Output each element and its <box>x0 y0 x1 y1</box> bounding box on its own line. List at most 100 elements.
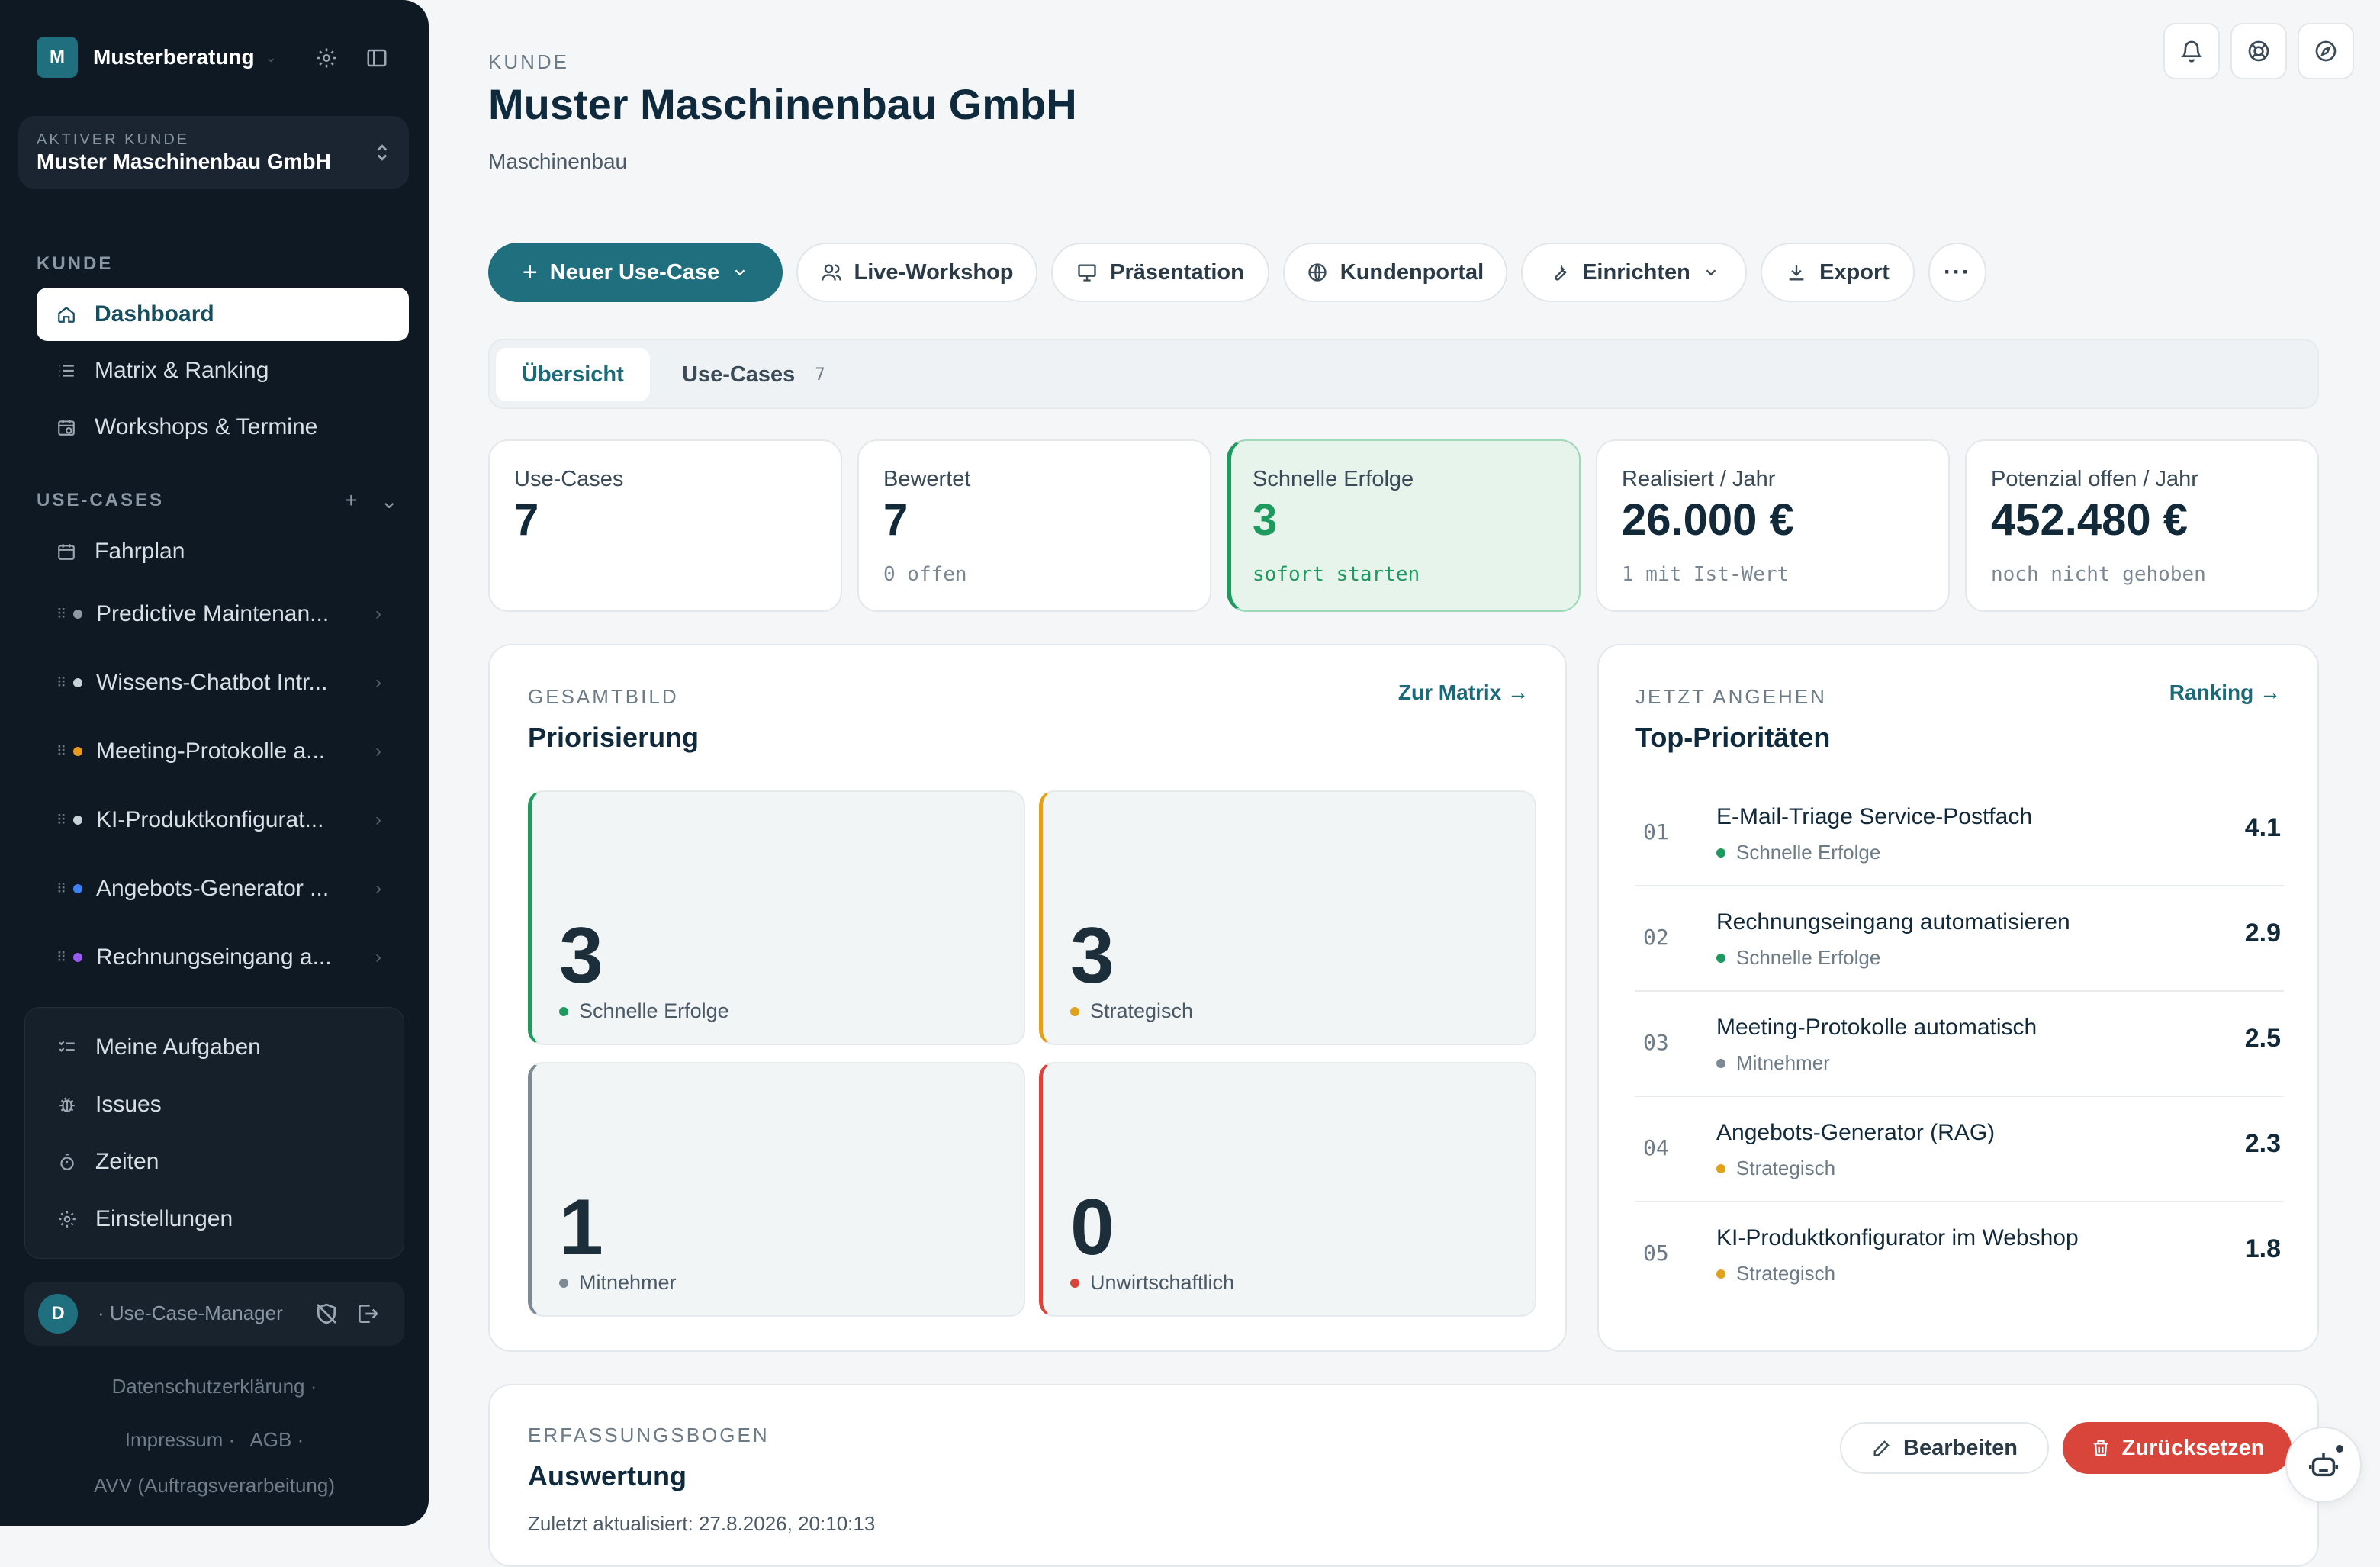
priority-row[interactable]: 03 Meeting-Protokolle automatisch Mitneh… <box>1635 992 2284 1097</box>
quadrant-label-text: Mitnehmer <box>579 1271 677 1294</box>
drag-handle-icon[interactable]: ⠿ <box>56 607 69 623</box>
globe-icon <box>1308 263 1327 282</box>
card-eyebrow: GESAMTBILD <box>528 685 679 708</box>
client-portal-button[interactable]: Kundenportal <box>1283 243 1507 302</box>
brand-logo: M <box>37 37 78 78</box>
link-avv[interactable]: AVV (Auftragsverarbeitung) <box>0 1474 429 1498</box>
bug-icon <box>56 1093 79 1116</box>
shield-off-icon[interactable] <box>314 1302 339 1330</box>
quadrant-uneconomic[interactable]: 0 Unwirtschaftlich <box>1039 1062 1536 1317</box>
tab-overview[interactable]: Übersicht <box>496 348 650 401</box>
sidebar: M Musterberatung ⌄ AKTIVER KUNDE Muster … <box>0 0 429 1526</box>
link-agb[interactable]: AGB · <box>249 1428 304 1451</box>
sidebar-item-issues[interactable]: Issues <box>56 1082 162 1128</box>
quadrant-count: 3 <box>559 912 603 1000</box>
new-usecase-button[interactable]: + Neuer Use-Case <box>488 243 783 302</box>
status-dot <box>2336 1445 2343 1453</box>
card-title: Auswertung <box>528 1460 687 1491</box>
chevron-right-icon: › <box>375 878 381 899</box>
sidebar-item-einstellungen[interactable]: Einstellungen <box>56 1196 233 1242</box>
sidebar-item-workshops[interactable]: Workshops & Termine <box>37 401 409 454</box>
sidebar-item-zeiten[interactable]: Zeiten <box>56 1139 159 1185</box>
notifications-button[interactable] <box>2163 23 2220 79</box>
reset-button[interactable]: Zurücksetzen <box>2063 1422 2292 1474</box>
priority-row[interactable]: 02 Rechnungseingang automatisieren Schne… <box>1635 886 2284 992</box>
chevron-right-icon: › <box>375 603 381 624</box>
priority-row[interactable]: 04 Angebots-Generator (RAG) Strategisch … <box>1635 1097 2284 1202</box>
sidebar-item-aufgaben[interactable]: Meine Aufgaben <box>56 1025 261 1070</box>
link-imprint[interactable]: Impressum · <box>125 1428 235 1451</box>
trash-icon <box>2093 1440 2108 1456</box>
status-dot <box>1070 1006 1079 1016</box>
brand[interactable]: M Musterberatung ⌄ <box>37 37 277 78</box>
priority-title: Rechnungseingang automatisieren <box>1716 909 2070 935</box>
quadrant-label-text: Strategisch <box>1090 999 1194 1022</box>
presentation-button[interactable]: Präsentation <box>1051 243 1269 302</box>
user-profile[interactable]: D · Use-Case-Manager <box>24 1282 404 1346</box>
quadrant-quick-wins[interactable]: 3 Schnelle Erfolge <box>528 790 1025 1045</box>
chevron-right-icon: › <box>375 947 381 967</box>
help-button[interactable] <box>2230 23 2287 79</box>
sidebar-usecase-item[interactable]: ⠿ KI-Produktkonfigurat... › <box>37 793 409 847</box>
button-label: Zurücksetzen <box>2121 1435 2265 1460</box>
assistant-button[interactable] <box>2285 1427 2362 1503</box>
quadrant-strategic[interactable]: 3 Strategisch <box>1039 790 1536 1045</box>
tab-usecases[interactable]: Use-Cases 7 <box>656 348 851 401</box>
drag-handle-icon[interactable]: ⠿ <box>56 675 69 691</box>
priority-category: Strategisch <box>1716 1262 1835 1285</box>
category-text: Mitnehmer <box>1736 1051 1830 1074</box>
category-text: Strategisch <box>1736 1157 1836 1179</box>
kpi-card-quick-wins: Schnelle Erfolge 3 sofort starten <box>1227 439 1581 612</box>
plus-icon[interactable]: + <box>345 488 357 513</box>
kpi-label: Schnelle Erfolge <box>1253 467 1414 491</box>
button-label: Bearbeiten <box>1903 1435 2018 1460</box>
button-label: Live-Workshop <box>854 259 1014 285</box>
chevron-down-icon[interactable]: ⌄ <box>381 488 398 513</box>
sidebar-item-label: Fahrplan <box>95 539 185 564</box>
quadrant-label-text: Schnelle Erfolge <box>579 999 729 1022</box>
legal-row: Impressum · AGB · <box>0 1428 429 1452</box>
button-label: Präsentation <box>1110 259 1244 285</box>
section-label-kunde: KUNDE <box>37 253 114 274</box>
priority-title: Angebots-Generator (RAG) <box>1716 1120 1996 1145</box>
stopwatch-icon <box>56 1150 79 1173</box>
sidebar-item-fahrplan[interactable]: Fahrplan <box>37 525 409 578</box>
priority-row[interactable]: 01 E-Mail-Triage Service-Postfach Schnel… <box>1635 781 2284 886</box>
priority-row[interactable]: 05 KI-Produktkonfigurator im Webshop Str… <box>1635 1202 2284 1308</box>
quadrant-take-along[interactable]: 1 Mitnehmer <box>528 1062 1025 1317</box>
usecase-label: Wissens-Chatbot Intr... <box>96 670 328 695</box>
chevron-right-icon: › <box>375 741 381 761</box>
sidebar-usecase-item[interactable]: ⠿ Angebots-Generator ... › <box>37 862 409 915</box>
quadrant-count: 0 <box>1070 1183 1114 1272</box>
export-button[interactable]: Export <box>1761 243 1915 302</box>
top-priorities-card: JETZT ANGEHEN Top-Prioritäten Ranking → … <box>1597 644 2319 1352</box>
more-button[interactable]: ··· <box>1928 243 1986 302</box>
link-privacy[interactable]: Datenschutzerklärung · <box>0 1375 429 1398</box>
sidebar-item-matrix[interactable]: Matrix & Ranking <box>37 344 409 397</box>
status-dot <box>73 953 82 962</box>
matrix-link[interactable]: Zur Matrix → <box>1398 681 1529 705</box>
section-label-usecases: USE-CASES <box>37 490 165 510</box>
logout-icon[interactable] <box>355 1302 380 1330</box>
setup-button[interactable]: Einrichten <box>1521 243 1747 302</box>
status-dot <box>73 816 82 825</box>
sidebar-usecase-item[interactable]: ⠿ Predictive Maintenan... › <box>37 587 409 641</box>
explore-button[interactable] <box>2298 23 2354 79</box>
drag-handle-icon[interactable]: ⠿ <box>56 812 69 829</box>
ranking-link[interactable]: Ranking → <box>2169 681 2281 705</box>
priority-rank: 02 <box>1643 925 1669 950</box>
sidebar-usecase-item[interactable]: ⠿ Wissens-Chatbot Intr... › <box>37 656 409 709</box>
live-workshop-button[interactable]: Live-Workshop <box>796 243 1037 302</box>
sidebar-toggle-icon[interactable] <box>363 44 391 72</box>
sidebar-usecase-item[interactable]: ⠿ Meeting-Protokolle a... › <box>37 725 409 778</box>
edit-button[interactable]: Bearbeiten <box>1840 1422 2049 1474</box>
client-selector[interactable]: AKTIVER KUNDE Muster Maschinenbau GmbH <box>18 116 409 189</box>
sidebar-item-dashboard[interactable]: Dashboard <box>37 288 409 341</box>
status-dot <box>1716 953 1726 963</box>
drag-handle-icon[interactable]: ⠿ <box>56 744 69 760</box>
sidebar-usecase-item[interactable]: ⠿ Rechnungseingang a... › <box>37 931 409 984</box>
drag-handle-icon[interactable]: ⠿ <box>56 950 69 966</box>
gear-icon[interactable] <box>313 44 340 72</box>
sidebar-item-label: Matrix & Ranking <box>95 358 269 383</box>
drag-handle-icon[interactable]: ⠿ <box>56 881 69 897</box>
